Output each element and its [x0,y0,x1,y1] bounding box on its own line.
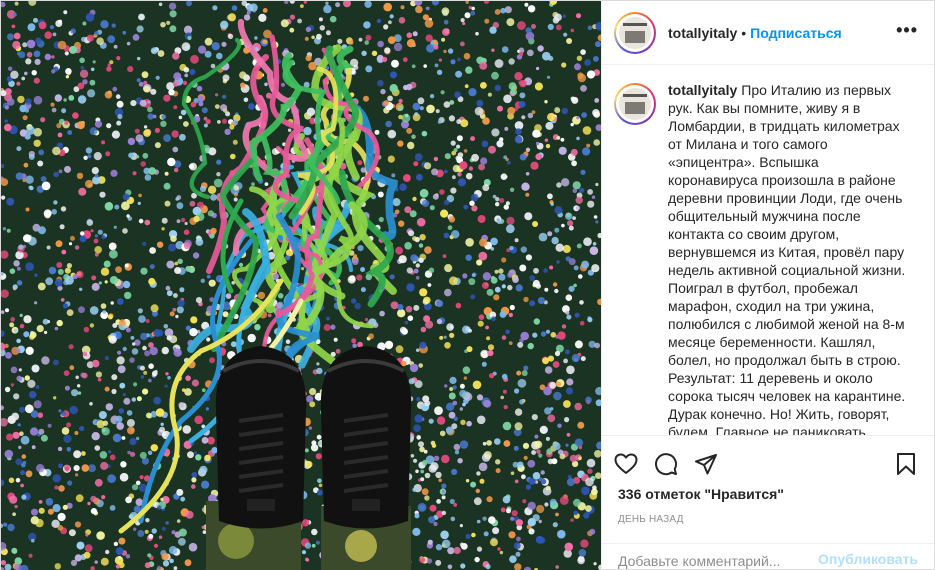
caption-username[interactable]: totallyitaly [668,82,737,98]
caption-text: Про Италию из первых рук. Как вы помните… [668,82,906,435]
bookmark-icon[interactable] [878,444,918,484]
caption-avatar[interactable] [614,83,656,125]
likes-count[interactable]: 336 отметок "Нравится" [618,486,918,502]
heart-icon[interactable] [614,444,654,484]
add-comment-bar: Опубликовать [602,543,934,570]
action-icons [614,444,918,484]
post-photo[interactable] [1,1,601,570]
header-username[interactable]: totallyitaly [668,25,737,41]
instagram-post: totallyitaly • Подписаться ••• totallyit… [0,0,935,570]
share-icon[interactable] [694,444,734,484]
publish-button[interactable]: Опубликовать [818,551,918,570]
follow-button[interactable]: Подписаться [750,25,842,41]
comment-input[interactable] [618,551,819,570]
comment-icon[interactable] [654,444,694,484]
post-date[interactable]: ДЕНЬ НАЗАД [618,514,918,525]
header-separator: • [741,24,747,41]
confetti-sneakers-photo [1,1,601,570]
post-caption: totallyitaly Про Италию из первых рук. Ка… [668,81,908,435]
comments-area[interactable]: totallyitaly Про Италию из первых рук. Ка… [602,65,934,435]
more-options-icon[interactable]: ••• [896,21,918,41]
post-header: totallyitaly • Подписаться ••• [602,1,934,65]
profile-avatar[interactable] [614,11,656,54]
post-sidebar: totallyitaly • Подписаться ••• totallyit… [601,1,934,570]
